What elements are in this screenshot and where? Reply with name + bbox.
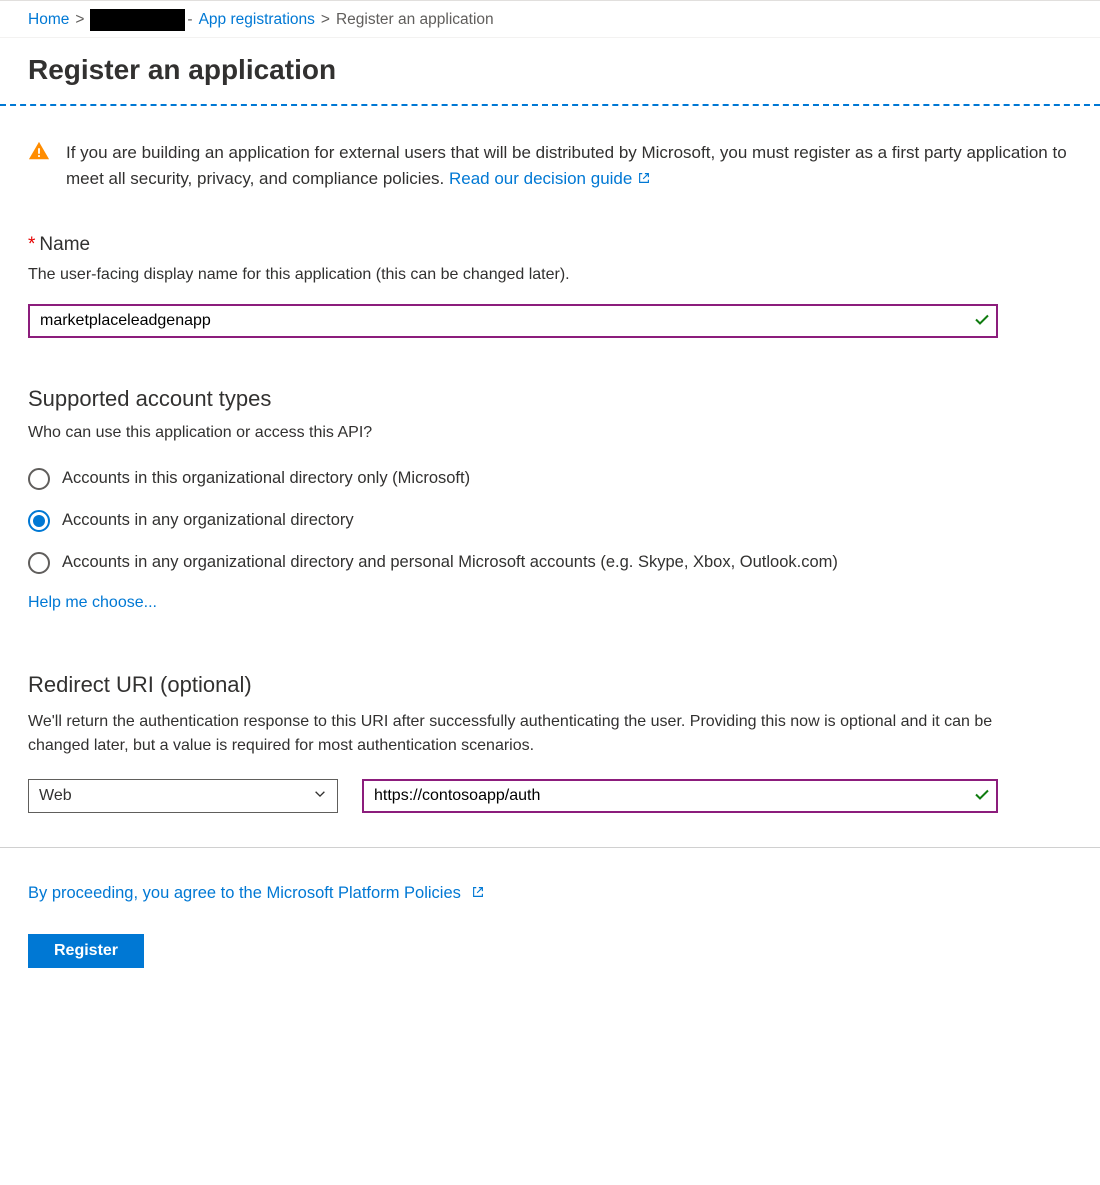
radio-icon — [28, 510, 50, 532]
external-link-icon — [637, 167, 651, 193]
check-icon — [974, 311, 990, 330]
breadcrumb-sep-icon: > — [321, 11, 330, 29]
name-label: *Name — [28, 234, 1072, 256]
warning-text: If you are building an application for e… — [66, 140, 1072, 194]
breadcrumb-app-registrations[interactable]: App registrations — [199, 11, 315, 29]
warning-triangle-icon — [28, 140, 50, 162]
account-types-radio-group: Accounts in this organizational director… — [28, 468, 1072, 574]
breadcrumb-home[interactable]: Home — [28, 11, 69, 29]
redirect-uri-description: We'll return the authentication response… — [28, 710, 1028, 760]
page-title: Register an application — [0, 38, 1100, 106]
account-type-label: Accounts in this organizational director… — [62, 469, 470, 488]
help-me-choose-link[interactable]: Help me choose... — [28, 594, 157, 612]
account-type-label: Accounts in any organizational directory — [62, 511, 354, 530]
check-icon — [974, 787, 990, 806]
radio-icon — [28, 468, 50, 490]
decision-guide-link[interactable]: Read our decision guide — [449, 169, 632, 188]
external-link-icon — [471, 885, 485, 904]
redirect-type-select[interactable]: Web — [28, 779, 338, 813]
account-type-option-0[interactable]: Accounts in this organizational director… — [28, 468, 1072, 490]
app-name-input[interactable] — [28, 304, 998, 338]
footer: By proceeding, you agree to the Microsof… — [0, 847, 1100, 1002]
account-type-label: Accounts in any organizational directory… — [62, 553, 838, 572]
platform-policies-text: By proceeding, you agree to the Microsof… — [28, 884, 461, 902]
breadcrumb-dash: - — [187, 11, 192, 29]
required-star-icon: * — [28, 234, 35, 255]
breadcrumb-redacted — [90, 9, 185, 31]
chevron-down-icon — [313, 787, 327, 806]
redirect-uri-heading: Redirect URI (optional) — [28, 672, 1072, 698]
account-types-heading: Supported account types — [28, 386, 1072, 412]
register-button[interactable]: Register — [28, 934, 144, 968]
platform-policies-link[interactable]: By proceeding, you agree to the Microsof… — [28, 884, 485, 904]
account-type-option-2[interactable]: Accounts in any organizational directory… — [28, 552, 1072, 574]
warning-banner: If you are building an application for e… — [28, 140, 1072, 194]
breadcrumb-current: Register an application — [336, 11, 494, 29]
name-description: The user-facing display name for this ap… — [28, 266, 1072, 284]
redirect-uri-input[interactable] — [362, 779, 998, 813]
breadcrumb: Home > - App registrations > Register an… — [0, 0, 1100, 38]
account-type-option-1[interactable]: Accounts in any organizational directory — [28, 510, 1072, 532]
redirect-type-value: Web — [39, 787, 72, 805]
account-types-sub: Who can use this application or access t… — [28, 424, 1072, 442]
breadcrumb-sep-icon: > — [75, 11, 84, 29]
radio-icon — [28, 552, 50, 574]
name-label-text: Name — [39, 234, 90, 255]
